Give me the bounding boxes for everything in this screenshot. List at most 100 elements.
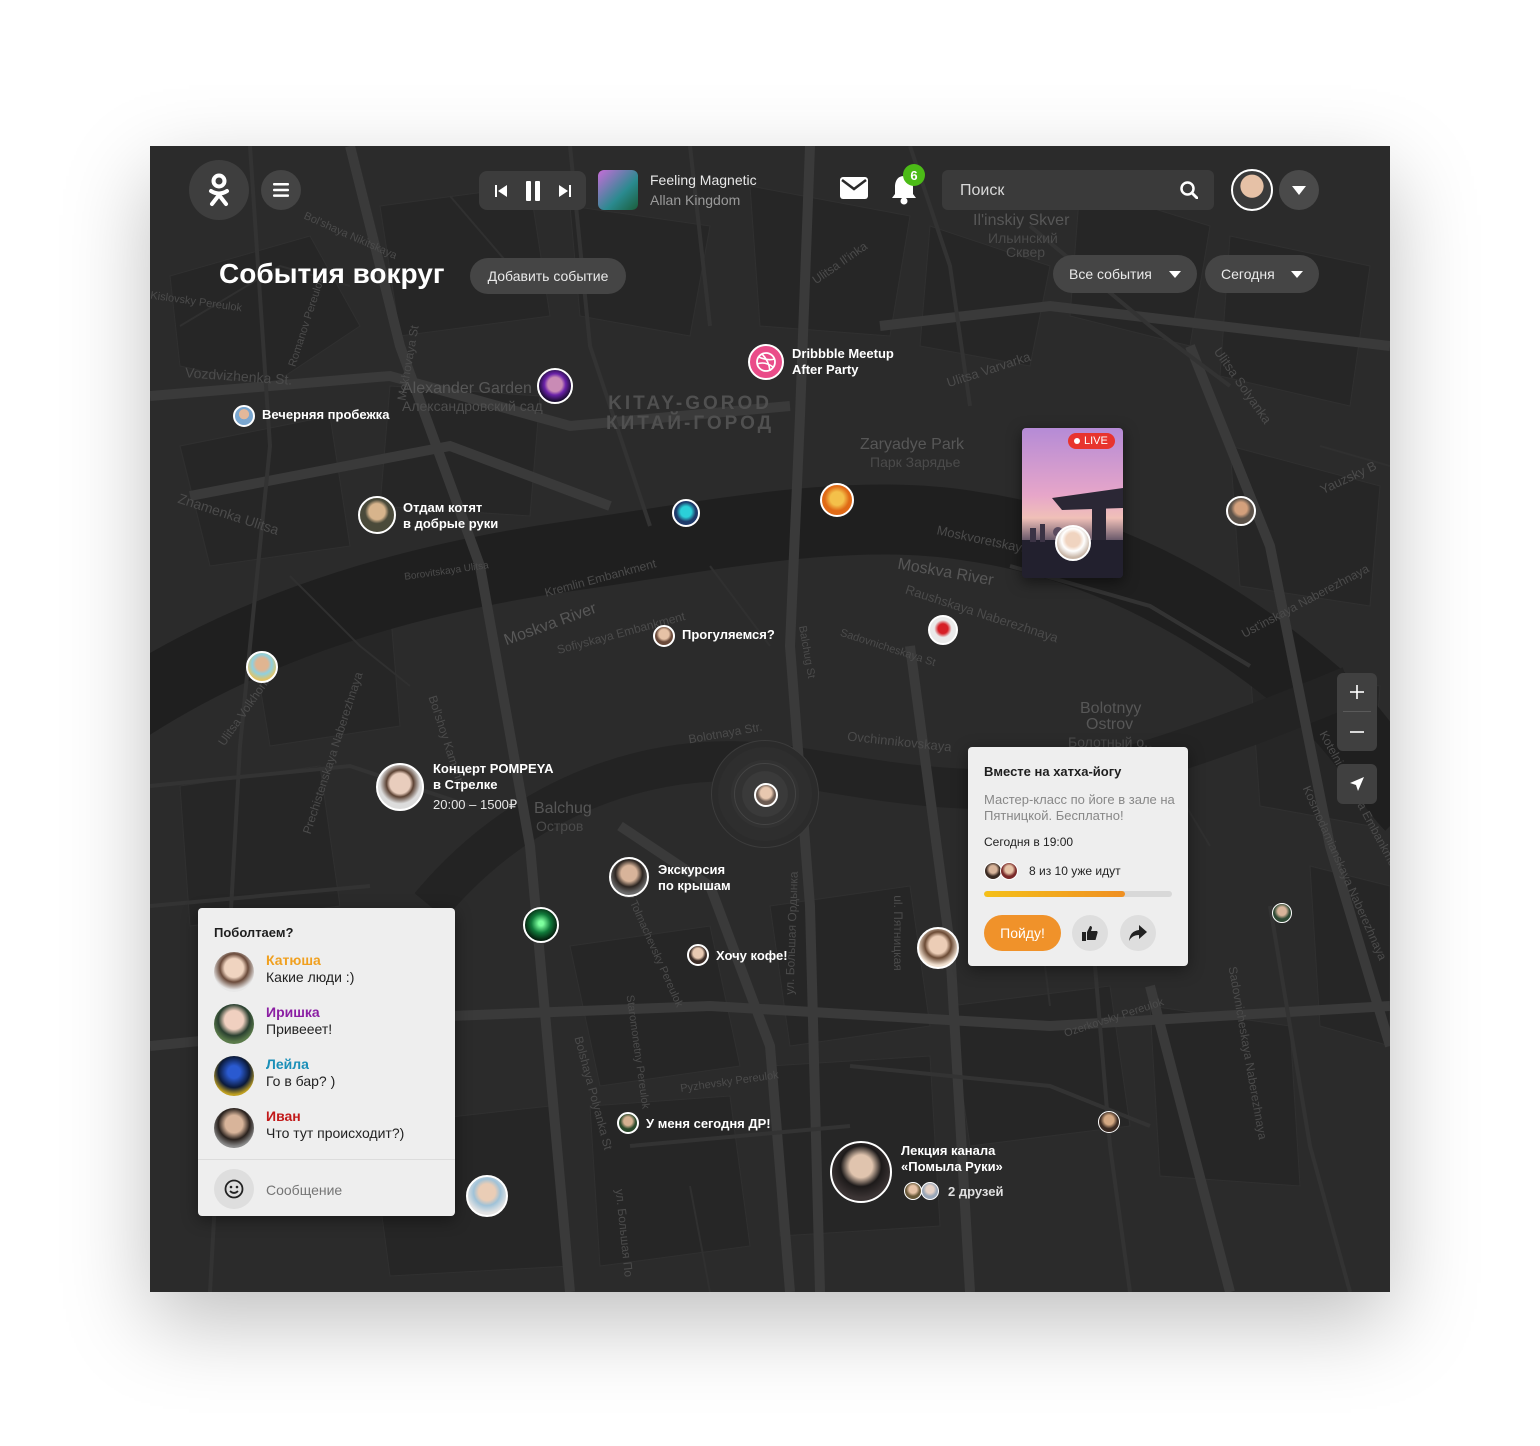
user-marker-avatar[interactable] [523,907,559,943]
event-marker-avatar[interactable] [653,625,675,647]
track-title[interactable]: Feeling Magnetic [650,172,757,188]
chevron-down-icon [1291,270,1303,278]
event-marker-avatar[interactable] [376,763,424,811]
skip-previous-icon[interactable] [494,184,508,198]
event-subtitle: «Помыла Руки» [901,1159,1003,1174]
user-marker-avatar[interactable] [1098,1111,1120,1133]
event-marker-avatar[interactable] [617,1112,639,1134]
user-marker-avatar[interactable] [820,483,854,517]
smiley-icon [224,1179,244,1199]
event-marker-avatar[interactable] [687,944,709,966]
map-label: Остров [536,818,584,834]
event-label-lecture[interactable]: Лекция канала «Помыла Руки» [901,1143,1003,1175]
event-label-coffee[interactable]: Хочу кофе! [716,948,788,964]
odnoklassniki-logo-icon [209,173,229,206]
locate-me-button[interactable] [1337,764,1377,804]
chat-sender: Иван [266,1108,301,1124]
event-label-kittens[interactable]: Отдам котят в добрые руки [403,500,498,532]
menu-button[interactable] [261,170,301,210]
add-event-button[interactable]: Добавить событие [470,258,626,294]
event-marker-avatar[interactable] [233,405,255,427]
zoom-controls [1337,673,1377,751]
avatar [214,1056,254,1096]
user-marker-avatar[interactable] [466,1175,508,1217]
event-popup-yoga[interactable]: Вместе на хатха-йогу Мастер-класс по йог… [968,747,1188,966]
popup-time: Сегодня в 19:00 [984,835,1074,849]
avatar [214,1004,254,1044]
chat-message-input[interactable] [264,1172,448,1208]
profile-avatar[interactable] [1231,169,1273,211]
hamburger-icon [273,183,289,197]
event-label-dribbble[interactable]: Dribbble Meetup After Party [792,346,894,378]
map-label: Zaryadye Park [860,436,965,453]
chat-sender: Иришка [266,1004,320,1020]
chat-message[interactable]: Иван Что тут происходит?) [214,1108,444,1148]
attendance-progress-fill [984,891,1125,897]
chat-message[interactable]: Лейла Го в бар? ) [214,1056,444,1096]
album-cover[interactable] [598,170,638,210]
chat-panel: Поболтаем? Катюша Какие люди :) Иришка П… [198,908,455,1216]
event-subtitle: в Стрелке [433,777,498,792]
popup-description: Мастер-класс по йоге в зале на Пятницкой… [984,792,1175,823]
event-label-concert[interactable]: Концерт POMPEYA в Стрелке 20:00 – 1500₽ [433,761,554,813]
event-marker-dribbble[interactable] [748,344,784,380]
event-marker-avatar[interactable] [358,496,396,534]
attendee-count: 8 из 10 уже идут [1029,864,1121,878]
map-label: Парк Зарядье [870,454,961,470]
user-marker-avatar[interactable] [537,368,573,404]
profile-dropdown-button[interactable] [1279,170,1319,210]
like-button[interactable] [1072,915,1108,951]
streamer-avatar[interactable] [1055,525,1091,561]
friends-count: 2 друзей [948,1184,1004,1199]
pause-icon[interactable] [525,180,541,201]
user-marker-avatar[interactable] [1226,496,1256,526]
mail-button[interactable] [840,177,868,204]
skip-next-icon[interactable] [558,184,572,198]
user-marker-avatar[interactable] [928,615,958,645]
event-label-birthday[interactable]: У меня сегодня ДР! [646,1116,771,1132]
search-input[interactable] [958,170,1182,212]
event-subtitle: по крышам [658,878,731,893]
chat-message[interactable]: Иришка Привееет! [214,1004,444,1044]
go-button[interactable]: Пойду! [984,915,1061,951]
chat-text: Какие люди :) [266,969,355,985]
chat-text: Привееет! [266,1021,333,1037]
attendee-avatar [1000,862,1018,880]
user-marker-avatar[interactable] [672,499,700,527]
emoji-button[interactable] [214,1169,254,1209]
filter-label: Сегодня [1221,266,1275,282]
notification-badge: 6 [903,164,925,186]
notifications-button[interactable]: 6 [890,164,925,206]
event-marker-avatar[interactable] [609,857,649,897]
chat-sender: Катюша [266,952,321,968]
live-dot-icon [1074,438,1080,444]
filter-date-dropdown[interactable]: Сегодня [1205,255,1319,293]
track-artist[interactable]: Allan Kingdom [650,192,740,208]
ok-logo-button[interactable] [189,160,249,220]
user-marker-avatar[interactable] [246,651,278,683]
chevron-down-icon [1169,270,1181,278]
live-label: LIVE [1084,435,1108,447]
search-icon[interactable] [1180,181,1198,199]
event-marker-avatar[interactable] [830,1141,892,1203]
user-marker-avatar[interactable] [1272,903,1292,923]
chat-text: Го в бар? ) [266,1073,336,1089]
filter-all-events-dropdown[interactable]: Все события [1053,255,1197,293]
event-title: Концерт POMPEYA [433,761,554,776]
event-label-evening-run[interactable]: Вечерняя пробежка [262,407,389,423]
plus-icon[interactable] [1350,685,1364,699]
friend-avatar [904,1182,922,1200]
user-marker-avatar[interactable] [917,927,959,969]
minus-icon[interactable] [1350,725,1364,739]
map-label: ul. Пятницкая [890,895,905,971]
chat-message[interactable]: Катюша Какие люди :) [214,952,444,992]
live-stream-card[interactable]: LIVE [1022,428,1123,578]
district-label-cyrillic: КИТАЙ-ГОРОД [606,413,775,434]
divider [1343,711,1371,712]
event-label-walk[interactable]: Прогуляемся? [682,627,775,643]
location-arrow-icon [1350,777,1364,791]
event-label-excursion[interactable]: Экскурсия по крышам [658,862,731,894]
share-button[interactable] [1120,915,1156,951]
event-subtitle: в добрые руки [403,516,499,531]
my-location-marker[interactable] [711,740,819,848]
